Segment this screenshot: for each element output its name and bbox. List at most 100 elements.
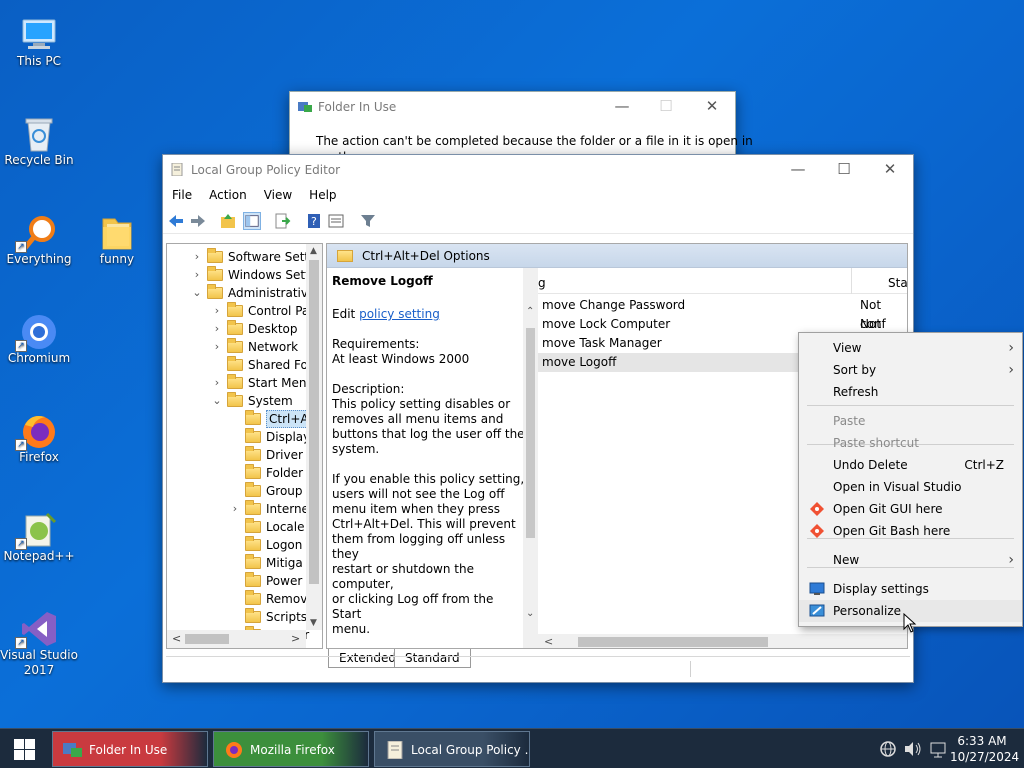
context-menu-item-new[interactable]: New › <box>799 549 1022 571</box>
description-scrollbar[interactable]: ⌃ ⌄ <box>523 268 538 648</box>
dialog-minimize-button[interactable]: — <box>599 92 645 122</box>
tree-expand-icon[interactable]: › <box>192 248 202 266</box>
start-windows-icon[interactable] <box>14 739 35 760</box>
context-menu-item-display-settings[interactable]: Display settings <box>799 578 1022 600</box>
desktop-icon-this-pc[interactable]: This PC <box>0 5 78 85</box>
context-menu-item-sort-by[interactable]: Sort by › <box>799 359 1022 381</box>
tree-expand-icon[interactable]: › <box>230 500 240 518</box>
tree-collapse-icon[interactable]: ⌄ <box>212 392 222 410</box>
tree-expand-icon[interactable]: › <box>212 374 222 392</box>
tree-item[interactable]: › Start Menu <box>167 374 314 392</box>
dialog-close-button[interactable]: ✕ <box>689 92 735 122</box>
scroll-left-icon[interactable]: < <box>172 632 181 645</box>
taskbar-folder-in-use[interactable]: Folder In Use <box>52 731 208 767</box>
desktop-icon-chromium[interactable]: ↗ Chromium <box>0 302 78 382</box>
tree-collapse-icon[interactable]: ⌄ <box>192 284 202 302</box>
scroll-up-icon[interactable]: ▲ <box>310 246 317 256</box>
tree-item[interactable]: Driver <box>167 446 306 464</box>
tree-item[interactable]: Scripts <box>167 608 307 626</box>
tree-expand-icon[interactable]: › <box>212 338 222 356</box>
tree-item[interactable]: Logon <box>167 536 306 554</box>
desktop-icon-everything[interactable]: ↗ Everything <box>0 203 78 283</box>
tree-item[interactable]: › Desktop <box>167 320 306 338</box>
tree-expand-icon[interactable]: › <box>212 320 222 338</box>
back-arrow-icon[interactable] <box>167 212 185 230</box>
menu-file[interactable]: File <box>163 185 200 202</box>
help-icon[interactable]: ? <box>305 212 323 230</box>
context-menu-label: New <box>833 553 860 567</box>
filter-icon[interactable] <box>359 212 377 230</box>
tree-expand-icon[interactable]: › <box>212 302 222 320</box>
description-text: This policy setting disables or removes a… <box>332 397 525 457</box>
list-hscroll-thumb[interactable] <box>578 637 768 647</box>
menu-action[interactable]: Action <box>200 185 255 202</box>
export-list-icon[interactable] <box>273 212 291 230</box>
taskbar-firefox[interactable]: Mozilla Firefox <box>213 731 369 767</box>
context-menu-item-open-git-bash-here[interactable]: Open Git Bash here <box>799 520 1022 542</box>
context-menu-item-open-git-gui-here[interactable]: Open Git GUI here <box>799 498 1022 520</box>
desktop-icon-recycle-bin[interactable]: Recycle Bin <box>0 104 78 184</box>
show-hide-tree-icon[interactable] <box>243 212 261 230</box>
context-menu-item-paste-shortcut[interactable]: Paste shortcut <box>799 432 1022 454</box>
desktop-icon-firefox[interactable]: ↗ Firefox <box>0 401 78 481</box>
list-horizontal-scrollbar[interactable]: < <box>538 634 907 648</box>
description-paragraph-2: If you enable this policy setting, users … <box>332 472 525 637</box>
tree-hscroll-thumb[interactable] <box>185 634 229 644</box>
tree-item[interactable]: ⌄ System <box>167 392 306 410</box>
context-menu-item-view[interactable]: View › <box>799 337 1022 359</box>
scroll-right-icon[interactable]: > <box>291 632 300 645</box>
minimize-button[interactable]: — <box>775 155 821 185</box>
properties-icon[interactable] <box>327 212 345 230</box>
desktop-icon-notepadpp[interactable]: ↗ Notepad++ <box>0 500 78 580</box>
tree-vertical-scrollbar[interactable]: ▲ ▼ <box>306 244 322 630</box>
volume-icon[interactable] <box>903 740 923 758</box>
tree-item[interactable]: › Control Pa <box>167 302 309 320</box>
menu-help[interactable]: Help <box>300 185 344 202</box>
scroll-up-icon[interactable]: ⌃ <box>526 306 534 317</box>
tree-horizontal-scrollbar[interactable]: < > <box>167 630 306 648</box>
forward-arrow-icon[interactable] <box>189 212 207 230</box>
network-globe-icon[interactable] <box>879 740 897 758</box>
context-menu-item-paste[interactable]: Paste <box>799 410 1022 432</box>
tree-item[interactable]: Remov <box>167 590 307 608</box>
tree-item[interactable]: Folder <box>167 464 306 482</box>
tree-item[interactable]: Group <box>167 482 306 500</box>
tree-scroll-thumb[interactable] <box>309 260 319 584</box>
scroll-down-icon[interactable]: ▼ <box>310 618 317 628</box>
tree-item[interactable]: Mitiga <box>167 554 306 572</box>
tree-item[interactable]: › Interne <box>167 500 309 518</box>
context-menu-item-undo-delete[interactable]: Undo Delete Ctrl+Z <box>799 454 1022 476</box>
up-folder-icon[interactable] <box>219 212 237 230</box>
tree-item[interactable]: Shared Fol <box>167 356 311 374</box>
tree-item[interactable]: Power <box>167 572 306 590</box>
description-label: Description: <box>332 382 405 396</box>
tree-item[interactable]: Display <box>167 428 310 446</box>
menu-view[interactable]: View <box>255 185 300 202</box>
tree-item[interactable]: › Windows Sett <box>167 266 310 284</box>
taskbar-gpedit[interactable]: Local Group Policy ... <box>374 731 530 767</box>
clock[interactable]: 6:33 AM 10/27/2024 <box>950 733 1019 765</box>
tree-item[interactable]: › Software Setti <box>167 248 312 266</box>
tree-expand-icon[interactable]: › <box>192 266 202 284</box>
edit-policy-link[interactable]: policy setting <box>359 307 440 321</box>
tree-item[interactable]: Locale <box>167 518 306 536</box>
maximize-button[interactable]: ☐ <box>821 155 867 185</box>
context-menu-item-refresh[interactable]: Refresh <box>799 381 1022 403</box>
list-row[interactable]: move Change Password Not conf <box>538 296 907 331</box>
tree-pane[interactable]: › Software Setti › Windows Sett ⌄ Administrat… <box>166 243 323 649</box>
desktop-icon-funny[interactable]: funny <box>78 203 156 283</box>
network-ethernet-icon[interactable] <box>929 740 947 758</box>
tree-item[interactable]: Ctrl+A <box>167 410 312 428</box>
column-setting[interactable]: g <box>538 276 546 290</box>
close-button[interactable]: ✕ <box>867 155 913 185</box>
tree-item[interactable]: ⌄ Administrativ <box>167 284 308 302</box>
desktop-icon-visual-studio[interactable]: ↗ Visual Studio 2017 <box>0 599 78 689</box>
scroll-left-icon[interactable]: < <box>544 635 553 648</box>
scroll-down-icon[interactable]: ⌄ <box>526 608 534 619</box>
context-menu-item-open-in-visual-studio[interactable]: Open in Visual Studio <box>799 476 1022 498</box>
description-scroll-thumb[interactable] <box>526 328 535 538</box>
dialog-maximize-button[interactable]: ☐ <box>643 92 689 122</box>
tree-item[interactable]: › Network <box>167 338 306 356</box>
column-state[interactable]: Stat <box>888 276 907 290</box>
folder-icon <box>245 428 261 443</box>
